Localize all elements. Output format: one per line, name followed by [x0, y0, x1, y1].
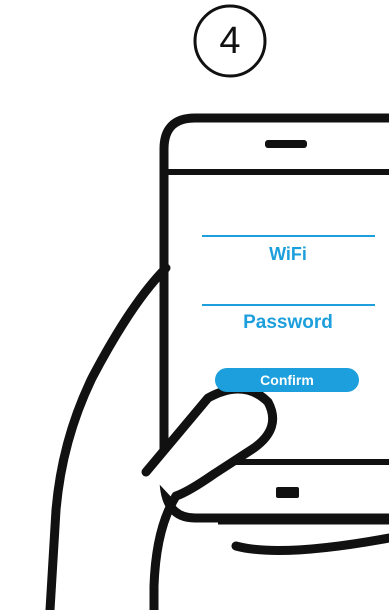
wifi-field-underline — [202, 235, 375, 237]
step-illustration: 4 WiFi Password Confirm — [0, 0, 389, 610]
password-field-label[interactable]: Password — [203, 311, 373, 335]
confirm-button[interactable]: Confirm — [215, 368, 359, 392]
finger-wrap-lower — [231, 533, 389, 555]
home-button-icon — [276, 487, 299, 498]
wifi-field-label[interactable]: WiFi — [203, 242, 373, 266]
hand-left-contour — [45, 263, 171, 610]
password-field-underline — [202, 304, 375, 306]
speaker-icon — [265, 140, 307, 148]
